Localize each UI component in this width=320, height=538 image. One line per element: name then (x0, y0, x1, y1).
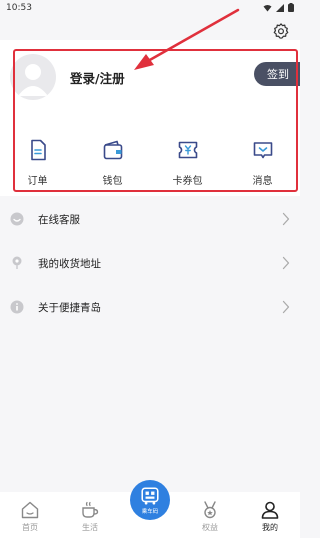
location-icon (10, 256, 24, 270)
tab-life[interactable]: 生活 (60, 492, 120, 538)
status-icons (263, 3, 294, 12)
menu-item-label: 关于便捷青岛 (38, 301, 101, 314)
customer-service-icon (10, 212, 24, 226)
cup-icon (82, 501, 99, 518)
menu-item-label: 我的收货地址 (38, 257, 101, 270)
tab-bus-code[interactable]: 乘车码 (120, 480, 180, 538)
chevron-right-icon (282, 212, 290, 226)
chevron-right-icon (282, 300, 290, 314)
status-time: 10:53 (6, 3, 32, 13)
menu-item-customer-service[interactable]: 在线客服 (0, 197, 300, 241)
menu-item-address[interactable]: 我的收货地址 (0, 241, 300, 285)
bus-code-label: 乘车码 (141, 508, 159, 515)
gear-icon (273, 23, 289, 39)
menu-item-label: 在线客服 (38, 213, 80, 226)
annotation-highlight-box (13, 49, 298, 192)
wifi-icon (263, 4, 272, 11)
tab-label: 生活 (82, 523, 98, 532)
chevron-right-icon (282, 256, 290, 270)
settings-button[interactable] (272, 22, 290, 40)
battery-icon (288, 3, 294, 12)
menu-item-about[interactable]: 关于便捷青岛 (0, 285, 300, 329)
status-bar: 10:53 (0, 0, 300, 18)
bus-code-icon (141, 486, 159, 505)
tab-label: 首页 (22, 523, 38, 532)
medal-icon (204, 501, 216, 519)
bus-code-button[interactable]: 乘车码 (130, 480, 170, 520)
bottom-tab-bar: 首页 生活 乘车码 权益 我的 (0, 480, 300, 538)
tab-mine[interactable]: 我的 (240, 492, 300, 538)
tab-home[interactable]: 首页 (0, 492, 60, 538)
tab-label: 权益 (202, 523, 218, 532)
tab-label: 我的 (262, 523, 278, 532)
person-icon (261, 501, 279, 519)
info-icon (10, 300, 24, 314)
menu-list: 在线客服 我的收货地址 关于便捷青岛 (0, 197, 300, 329)
signal-icon (276, 3, 284, 12)
home-icon (21, 501, 39, 519)
tab-benefits[interactable]: 权益 (180, 492, 240, 538)
